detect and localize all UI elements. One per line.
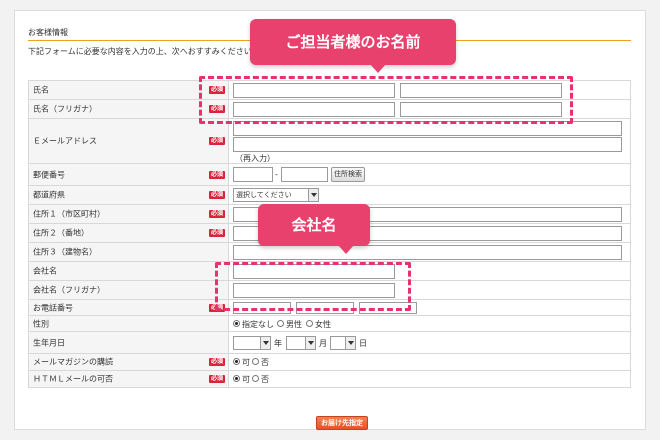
name-kana-label: 氏名（フリガナ） [33,104,97,114]
postal-separator: - [275,170,278,179]
html-mail-no-radio[interactable] [252,375,259,382]
last-name-kana-input[interactable] [233,102,395,117]
required-badge: 必須 [208,358,225,366]
required-badge: 必須 [208,170,225,179]
required-badge: 必須 [208,137,225,145]
email-confirm-input[interactable] [233,137,622,152]
reenter-note: （再入力） [235,154,275,163]
section-title: お客様情報 [28,28,68,37]
row-company: 会社名 [29,262,630,281]
company-input[interactable] [233,264,395,279]
name-label: 氏名 [33,85,49,95]
newsletter-yes-radio[interactable] [233,358,240,365]
html-mail-label: ＨＴＭＬメールの可否 [33,374,113,384]
row-birthday: 生年月日 年 月 日 [29,332,630,354]
row-newsletter: メールマガジンの購読 必須 可 否 [29,354,630,371]
postal-first-input[interactable] [233,167,273,182]
prefecture-label: 都道府県 [33,190,65,200]
required-badge: 必須 [208,191,225,199]
birth-month-select[interactable] [286,336,316,350]
row-prefecture: 都道府県 必須 選択してください [29,186,630,205]
required-badge: 必須 [208,375,225,383]
gender-label: 性別 [33,319,49,328]
row-name: 氏名 必須 [29,81,630,100]
row-postal: 郵便番号 必須 - 住所検索 [29,164,630,186]
phone-third-input[interactable] [359,302,417,314]
gender-male-radio[interactable] [277,320,284,327]
newsletter-label: メールマガジンの購読 [33,357,113,367]
contact-name-callout: ご担当者様のお名前 [250,19,456,73]
chevron-down-icon [260,337,270,349]
row-company-kana: 会社名（フリガナ） [29,281,630,300]
required-badge: 必須 [208,303,225,312]
phone-first-input[interactable] [233,302,291,314]
postal-second-input[interactable] [281,167,328,182]
birth-day-select[interactable] [330,336,356,350]
required-badge: 必須 [208,86,225,94]
gender-unspecified-radio[interactable] [233,320,240,327]
chevron-down-icon [305,337,315,349]
required-badge: 必須 [208,210,225,218]
company-name-callout: 会社名 [258,204,370,254]
address3-label: 住所３（建物名） [33,247,97,257]
newsletter-no-radio[interactable] [252,358,259,365]
address1-label: 住所１（市区町村） [33,209,105,219]
email-input[interactable] [233,121,622,136]
birthday-label: 生年月日 [33,338,65,347]
phone-label: お電話番号 [33,303,73,312]
email-label: Ｅメールアドレス [33,136,97,146]
address2-label: 住所２（番地） [33,228,89,238]
html-mail-yes-radio[interactable] [233,375,240,382]
chevron-down-icon [345,337,355,349]
last-name-input[interactable] [233,83,395,98]
row-phone: お電話番号 必須 [29,300,630,316]
company-kana-input[interactable] [233,283,395,298]
address-search-button[interactable]: 住所検索 [331,167,365,182]
company-kana-label: 会社名（フリガナ） [33,285,105,295]
row-html-mail: ＨＴＭＬメールの可否 必須 可 否 [29,371,630,388]
section-intro: 下記フォームに必要な内容を入力の上、次へおすすみください [28,47,252,56]
required-badge: 必須 [208,105,225,113]
first-name-kana-input[interactable] [400,102,562,117]
postal-label: 郵便番号 [33,170,65,179]
phone-second-input[interactable] [296,302,354,314]
birth-year-select[interactable] [233,336,271,350]
company-label: 会社名 [33,266,57,276]
chevron-down-icon [308,189,318,201]
gender-female-radio[interactable] [306,320,313,327]
row-name-kana: 氏名（フリガナ） 必須 [29,100,630,119]
row-gender: 性別 指定なし 男性 女性 [29,316,630,332]
address3-input[interactable] [233,245,622,260]
required-badge: 必須 [208,229,225,237]
row-email: Ｅメールアドレス 必須 （再入力） [29,119,630,164]
delivery-address-button[interactable]: お届け先指定 [316,416,368,430]
prefecture-select[interactable]: 選択してください [233,188,319,202]
first-name-input[interactable] [400,83,562,98]
